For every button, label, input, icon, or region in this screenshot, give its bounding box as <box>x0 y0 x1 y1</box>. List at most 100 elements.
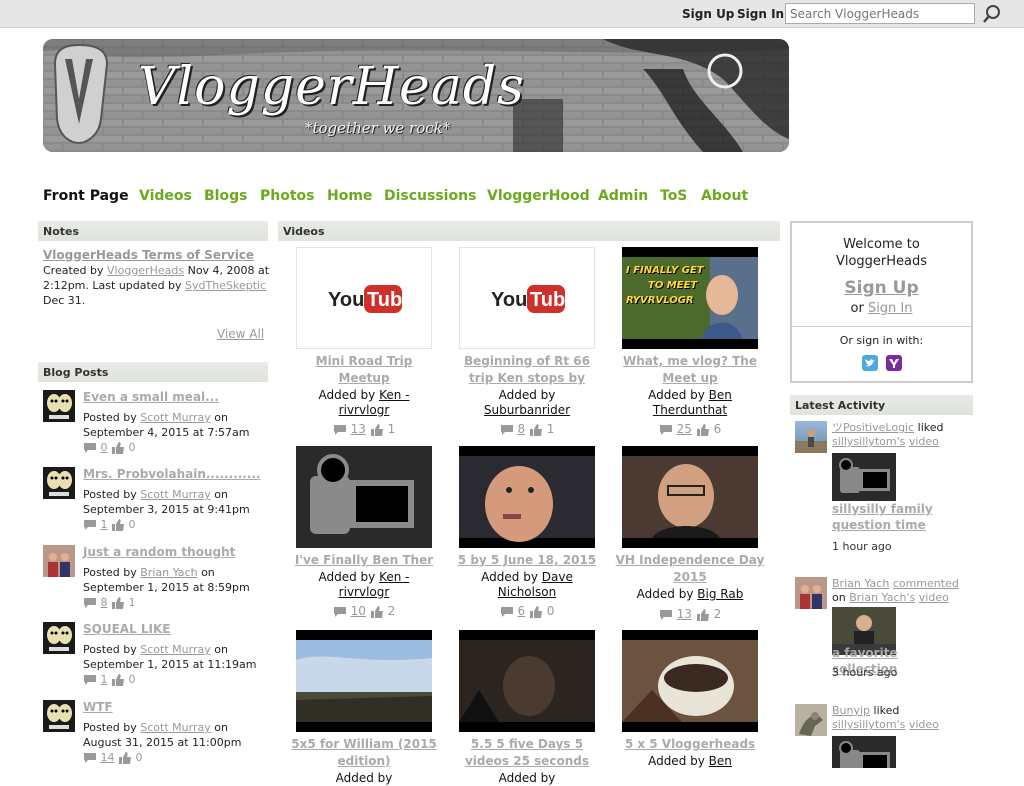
video-title-link[interactable]: 5x5 for William (2015 edition) <box>284 736 444 770</box>
blog-author-avatar[interactable] <box>43 700 75 732</box>
blog-post-title[interactable]: WTF <box>83 700 113 714</box>
yahoo-icon[interactable] <box>886 355 902 371</box>
video-comment-count[interactable]: 13 <box>351 422 366 436</box>
blog-author-avatar[interactable] <box>43 622 75 654</box>
like-icon[interactable] <box>111 673 125 687</box>
video-title-link[interactable]: What, me vlog? The Meet up <box>610 353 770 387</box>
video-author-link-line2[interactable]: Suburbanrider <box>484 403 570 417</box>
blog-comment-count[interactable]: 14 <box>101 751 115 764</box>
activity-target-link[interactable]: sillysillytom's <box>832 718 905 731</box>
video-title-line1[interactable]: What, me vlog? The <box>623 354 757 368</box>
video-title-line1[interactable]: 5.5 5 five Days 5 <box>471 737 583 751</box>
nav-discussions[interactable]: Discussions <box>384 188 476 204</box>
nav-home[interactable]: Home <box>327 188 372 204</box>
notes-author-link[interactable]: VloggerHeads <box>107 264 184 277</box>
video-title-line2[interactable]: edition) <box>338 754 391 768</box>
activity-target-link[interactable]: sillysillytom's <box>832 435 905 448</box>
video-title-link[interactable]: Mini Road Trip Meetup <box>284 353 444 387</box>
video-author-link-line2[interactable]: rivrvlogr <box>339 585 390 599</box>
activity-kind-link[interactable]: video <box>909 718 939 731</box>
nav-tos[interactable]: ToS <box>660 188 687 204</box>
video-title-link[interactable]: VH Independence Day 2015 <box>610 552 770 586</box>
like-icon[interactable] <box>111 441 125 455</box>
video-comment-count[interactable]: 13 <box>677 607 692 621</box>
blog-author-avatar[interactable] <box>43 390 75 422</box>
blog-post-title[interactable]: Even a small meal... <box>83 390 219 404</box>
activity-kind-link[interactable]: video <box>909 435 939 448</box>
video-thumbnail[interactable] <box>459 446 595 548</box>
video-author-link-line2[interactable]: Nicholson <box>498 585 556 599</box>
video-thumbnail[interactable] <box>622 446 758 548</box>
blog-post-title[interactable]: SQUEAL LIKE <box>83 622 171 636</box>
nav-blogs[interactable]: Blogs <box>204 188 247 204</box>
like-icon[interactable] <box>696 608 710 622</box>
video-title-link[interactable]: 5 x 5 Vloggerheads <box>610 736 770 753</box>
blog-author-avatar[interactable] <box>43 467 75 499</box>
video-title-line1[interactable]: 5x5 for William (2015 <box>291 737 437 751</box>
notes-updater-link[interactable]: SydTheSkeptic <box>185 279 266 292</box>
video-author-link[interactable]: Ben <box>709 754 732 768</box>
nav-front-page[interactable]: Front Page <box>43 188 129 204</box>
activity-user-link[interactable]: Brian Yach <box>832 577 889 590</box>
video-title-line2[interactable]: 2015 <box>673 570 706 584</box>
activity-user-link[interactable]: Bunyip <box>832 704 870 717</box>
nav-videos[interactable]: Videos <box>139 188 192 204</box>
like-icon[interactable] <box>118 751 132 765</box>
like-icon[interactable] <box>696 423 710 437</box>
notes-view-all-link[interactable]: View All <box>217 327 264 341</box>
video-comment-count[interactable]: 10 <box>351 604 366 618</box>
video-title-line1[interactable]: VH Independence Day <box>616 553 765 567</box>
video-thumbnail[interactable]: I FINALLY GET TO MEET RYVRVLOGR <box>622 247 758 349</box>
nav-photos[interactable]: Photos <box>260 188 315 204</box>
video-author-link[interactable]: Ben <box>709 388 732 402</box>
video-comment-count[interactable]: 8 <box>517 422 525 436</box>
nav-about[interactable]: About <box>701 188 748 204</box>
search-icon[interactable] <box>982 4 1002 24</box>
like-icon[interactable] <box>370 423 384 437</box>
video-title-line2[interactable]: trip Ken stops by <box>469 371 585 385</box>
activity-video-thumbnail[interactable] <box>832 736 896 768</box>
video-thumbnail[interactable]: You Tube <box>296 247 432 349</box>
like-icon[interactable] <box>529 423 543 437</box>
video-author-link-line2[interactable]: Therdunthat <box>653 403 727 417</box>
activity-action-link[interactable]: commented <box>893 577 959 590</box>
welcome-sign-in-link[interactable]: Sign In <box>868 301 913 316</box>
activity-target-link[interactable]: Brian Yach's <box>849 591 915 604</box>
blog-post-title[interactable]: Just a random thought <box>83 545 235 559</box>
activity-video-title[interactable]: sillysilly family question time <box>832 501 962 533</box>
nav-admin[interactable]: Admin <box>598 188 648 204</box>
video-comment-count[interactable]: 25 <box>677 422 692 436</box>
blog-author-avatar[interactable] <box>43 545 75 577</box>
video-title-link[interactable]: Beginning of Rt 66 trip Ken stops by <box>447 353 607 387</box>
sign-up-link[interactable]: Sign Up <box>682 7 734 21</box>
blog-author-link[interactable]: Brian Yach <box>140 566 197 579</box>
video-author-link[interactable]: Big Rab <box>697 587 743 601</box>
video-title-line1[interactable]: 5 by 5 June 18, 2015 <box>458 553 596 567</box>
blog-author-link[interactable]: Scott Murray <box>140 643 210 656</box>
like-icon[interactable] <box>370 605 384 619</box>
video-author-link[interactable]: Ken - <box>379 570 409 584</box>
video-comment-count[interactable]: 6 <box>517 604 525 618</box>
activity-avatar[interactable] <box>795 704 827 736</box>
activity-user-link[interactable]: ツPositiveLogic <box>832 421 914 434</box>
like-icon[interactable] <box>111 596 125 610</box>
video-author-link[interactable]: Dave <box>542 570 573 584</box>
blog-author-link[interactable]: Scott Murray <box>140 488 210 501</box>
like-icon[interactable] <box>529 605 543 619</box>
blog-post-title[interactable]: Mrs. Probvolahain............ <box>83 467 261 481</box>
video-thumbnail[interactable] <box>459 630 595 732</box>
video-title-line2[interactable]: Meetup <box>338 371 389 385</box>
activity-avatar[interactable] <box>795 421 827 453</box>
blog-comment-count[interactable]: 1 <box>101 518 108 531</box>
blog-comment-count[interactable]: 1 <box>101 673 108 686</box>
site-banner[interactable]: VloggerHeads *together we rock* <box>43 39 789 152</box>
video-thumbnail[interactable] <box>296 446 432 548</box>
activity-avatar[interactable] <box>795 577 827 609</box>
sign-in-link[interactable]: Sign In <box>737 7 784 21</box>
video-author-link-line2[interactable]: rivrvlogr <box>339 403 390 417</box>
video-title-line2[interactable]: videos 25 seconds <box>465 754 589 768</box>
twitter-icon[interactable] <box>862 355 878 371</box>
notes-title-link[interactable]: VloggerHeads Terms of Service <box>43 248 254 262</box>
video-title-line1[interactable]: I've Finally Ben Ther <box>295 553 433 567</box>
blog-author-link[interactable]: Scott Murray <box>140 411 210 424</box>
